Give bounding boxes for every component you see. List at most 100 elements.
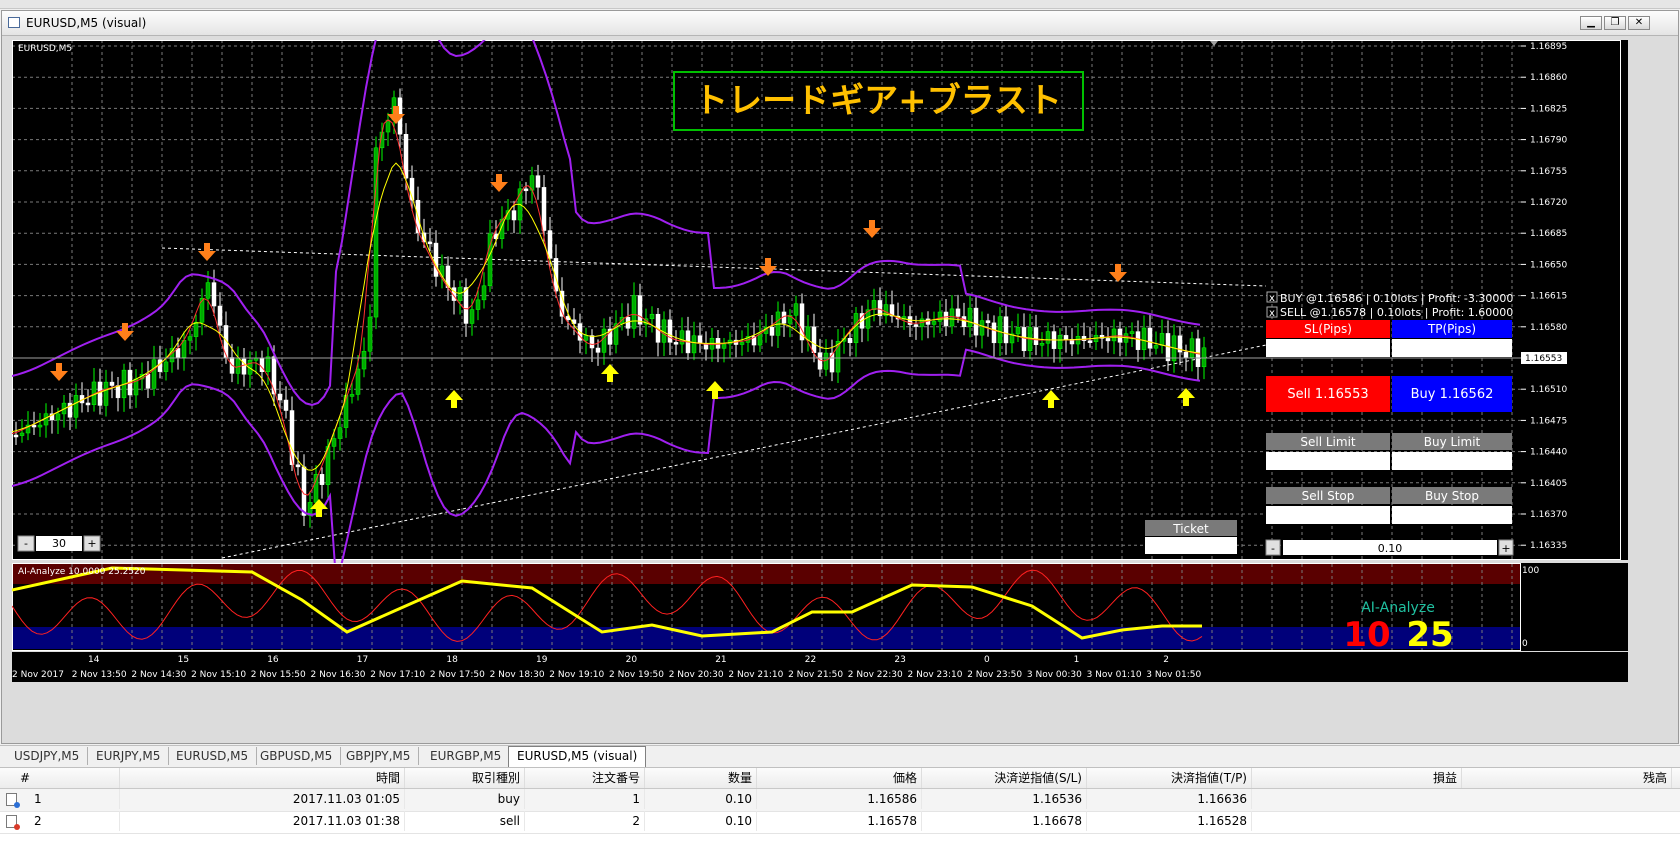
tab-eurusd-m5-visual-[interactable]: EURUSD,M5 (visual)	[508, 746, 647, 767]
orders-col-3[interactable]: 注文番号	[525, 768, 645, 788]
minimize-icon[interactable]: ▁	[1580, 16, 1602, 30]
cell-type: buy	[405, 789, 525, 809]
buy-limit-input[interactable]	[1392, 452, 1512, 470]
table-row[interactable]: 2 2017.11.03 01:38 sell 2 0.10 1.16578 1.16678…	[0, 811, 1680, 834]
candle-body	[55, 413, 61, 421]
price-tick-label: 1.16685	[1530, 229, 1567, 239]
candle-body	[31, 424, 37, 428]
candle-body	[1063, 335, 1069, 340]
candle-body	[997, 316, 1003, 344]
lot-size-value: 0.10	[1378, 542, 1403, 555]
tab-eurusd-m5[interactable]: EURUSD,M5	[168, 747, 258, 765]
price-tick-label: 1.16895	[1530, 42, 1567, 52]
candle-body	[469, 309, 475, 324]
candle-body	[691, 335, 697, 354]
candle-body	[313, 474, 319, 503]
time-label: 2 Nov 16:30	[311, 670, 366, 680]
candle-body	[853, 313, 859, 344]
period-plus-label: +	[87, 537, 96, 550]
candle-body	[583, 335, 589, 341]
candle-body	[283, 399, 289, 411]
candle-body	[739, 342, 745, 345]
restore-icon[interactable]: ❐	[1604, 16, 1626, 30]
price-tick-label: 1.16755	[1530, 167, 1567, 177]
tab-eurgbp-m5[interactable]: EURGBP,M5	[422, 747, 511, 765]
close-icon[interactable]: ✕	[1628, 16, 1650, 30]
candle-body	[1159, 333, 1165, 346]
sl-pips-label: SL(Pips)	[1304, 322, 1352, 336]
buy-market-label: Buy 1.16562	[1411, 387, 1494, 402]
price-tick-label: 1.16440	[1530, 448, 1567, 458]
candle-body	[205, 282, 211, 299]
orders-col-1[interactable]: 時間	[120, 768, 405, 788]
price-chart[interactable]: EURUSD,M5 トレードギア+ブラスト 1.16895 1.16860 1.16…	[12, 40, 1669, 730]
price-tick-label: 1.16475	[1530, 416, 1567, 426]
candle-body	[811, 326, 817, 353]
cell-volume: 0.10	[645, 811, 757, 831]
sell-stop-label: Sell Stop	[1302, 489, 1355, 503]
orders-col-5[interactable]: 価格	[757, 768, 922, 788]
candle-body	[109, 381, 115, 386]
candle-body	[115, 385, 121, 399]
sell-stop-input[interactable]	[1266, 506, 1390, 524]
candle-body	[955, 308, 961, 317]
ticket-input[interactable]	[1145, 537, 1237, 554]
candle-body	[1147, 327, 1153, 349]
orders-col-7[interactable]: 決済指値(T/P)	[1087, 768, 1252, 788]
cell-time: 2017.11.03 01:38	[120, 811, 405, 831]
price-tick-label: 1.16790	[1530, 136, 1567, 146]
symbol-label: EURUSD,M5	[18, 44, 72, 54]
banner-text: トレードギア+ブラスト	[694, 81, 1062, 121]
orders-col-0[interactable]: #	[0, 768, 120, 788]
candle-body	[103, 381, 109, 406]
tab-gbpjpy-m5[interactable]: GBPJPY,M5	[338, 747, 420, 765]
candle-body	[649, 313, 655, 319]
table-row[interactable]: 1 2017.11.03 01:05 buy 1 0.10 1.16586 1.16536 1…	[0, 789, 1680, 812]
candle-body	[1129, 331, 1135, 334]
candle-body	[475, 299, 481, 310]
candle-body	[769, 326, 775, 336]
candle-body	[967, 307, 973, 327]
sell-limit-input[interactable]	[1266, 452, 1390, 470]
tab-gbpusd-m5[interactable]: GBPUSD,M5	[252, 747, 342, 765]
price-tick-label: 1.16720	[1530, 198, 1567, 208]
orders-col-6[interactable]: 決済逆指値(S/L)	[922, 768, 1087, 788]
tp-pips-input[interactable]	[1392, 339, 1512, 357]
price-tick-label: 1.16860	[1530, 73, 1567, 83]
tab-eurjpy-m5[interactable]: EURJPY,M5	[88, 747, 170, 765]
candle-body	[85, 402, 91, 406]
candle-body	[721, 343, 727, 349]
ai-analyze-value-yellow: 25	[1406, 615, 1453, 655]
candle-body	[295, 464, 301, 468]
candle-body	[349, 394, 355, 397]
cell-tp: 1.16636	[1087, 789, 1252, 809]
orders-col-8[interactable]: 損益	[1252, 768, 1462, 788]
buy-stop-input[interactable]	[1392, 506, 1512, 524]
price-tick-label: 1.16405	[1530, 479, 1567, 489]
candle-body	[1183, 351, 1189, 358]
cell-sl: 1.16678	[922, 811, 1087, 831]
orders-col-9[interactable]: 残高	[1462, 768, 1672, 788]
candle-body	[445, 265, 451, 288]
candle-body	[847, 337, 853, 344]
candle-body	[991, 322, 997, 344]
orders-col-4[interactable]: 数量	[645, 768, 757, 788]
candle-body	[163, 361, 169, 372]
cell-tp: 1.16528	[1087, 811, 1252, 831]
tab-usdjpy-m5[interactable]: USDJPY,M5	[6, 747, 89, 765]
ticket-label: Ticket	[1172, 522, 1209, 536]
sell-limit-label: Sell Limit	[1300, 435, 1356, 449]
indicator-label: AI-Analyze 10.0000 25.2520	[18, 567, 146, 577]
candle-body	[145, 373, 151, 389]
time-label: 2 Nov 13:50	[72, 670, 127, 680]
sl-pips-input[interactable]	[1266, 339, 1390, 357]
candle-body	[1087, 340, 1093, 343]
orders-col-2[interactable]: 取引種別	[405, 768, 525, 788]
chart-window-titlebar[interactable]: EURUSD,M5 (visual) ▁ ❐ ✕	[2, 11, 1678, 36]
candle-body	[1201, 347, 1207, 368]
hour-label: 15	[178, 655, 189, 665]
candle-body	[265, 356, 271, 373]
hour-label: 0	[984, 655, 990, 665]
time-label: 2 Nov 17:10	[370, 670, 425, 680]
time-label: 2 Nov 15:10	[191, 670, 246, 680]
